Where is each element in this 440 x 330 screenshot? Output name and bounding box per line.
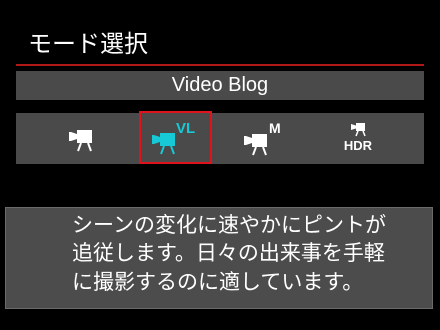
mode-button-movie-hdr[interactable]: HDR	[322, 113, 392, 164]
mode-button-movie-vlog[interactable]: VL	[139, 111, 212, 164]
movie-camera-vl-icon: VL	[151, 120, 195, 154]
screen-title: モード選択	[28, 30, 148, 58]
mode-badge-vl: VL	[176, 120, 195, 137]
mode-badge-hdr: HDR	[344, 138, 373, 153]
mode-button-movie-manual[interactable]: M	[230, 113, 300, 164]
selected-mode-banner: Video Blog	[16, 71, 424, 100]
movie-camera-hdr-icon: HDR	[344, 122, 373, 153]
movie-camera-m-icon: M	[244, 120, 281, 155]
mode-button-movie-auto[interactable]	[50, 113, 120, 164]
movie-camera-icon	[69, 129, 92, 151]
mode-description-line-1: シーンの変化に速やかにピントが	[72, 213, 386, 237]
selected-mode-name: Video Blog	[171, 74, 269, 96]
mode-badge-m: M	[269, 120, 281, 136]
mode-description-line-3: に撮影するのに適しています。	[72, 270, 364, 294]
title-divider	[16, 64, 424, 66]
mode-description-line-2: 追従します。日々の出来事を手軽	[72, 241, 385, 265]
